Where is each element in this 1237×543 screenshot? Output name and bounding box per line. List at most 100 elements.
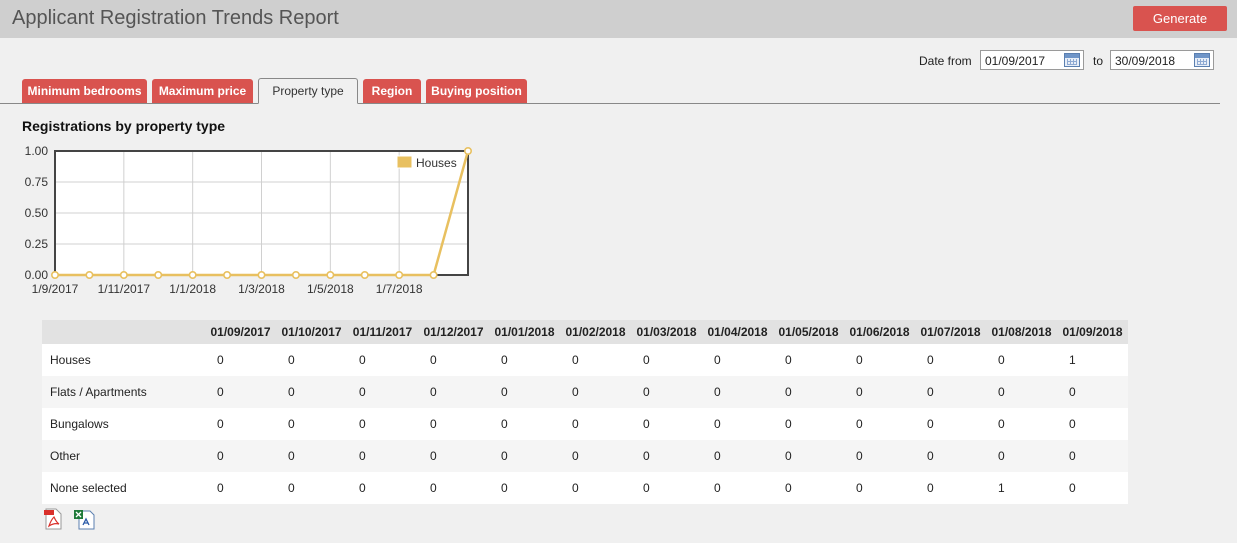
data-table: 01/09/2017 01/10/2017 01/11/2017 01/12/2017…: [42, 320, 1128, 504]
data-point: [429, 271, 438, 280]
column-header: 01/02/2018: [560, 320, 631, 344]
table-cell: 0: [560, 472, 631, 504]
tab-minimum-bedrooms[interactable]: Minimum bedrooms: [22, 79, 147, 103]
table-cell: 0: [347, 472, 418, 504]
y-tick-label: 1.00: [25, 144, 49, 158]
table-cell: 0: [489, 344, 560, 376]
data-point: [291, 271, 300, 280]
y-tick-label: 0.75: [25, 175, 49, 189]
table-cell: 0: [205, 376, 276, 408]
column-header: 01/04/2018: [702, 320, 773, 344]
y-tick-label: 0.50: [25, 206, 49, 220]
table-cell: 0: [560, 408, 631, 440]
x-tick-label: 1/7/2018: [376, 282, 423, 296]
date-from-field[interactable]: 01/09/2017: [980, 50, 1084, 70]
table-row: Houses 0 0 0 0 0 0 0 0 0 0 0 0 1: [42, 344, 1128, 376]
x-tick-label: 1/9/2017: [32, 282, 79, 296]
data-point: [257, 271, 266, 280]
tab-region[interactable]: Region: [363, 79, 421, 103]
data-point: [154, 271, 163, 280]
table-cell: 0: [844, 440, 915, 472]
data-point: [85, 271, 94, 280]
table-cell: 0: [773, 376, 844, 408]
column-header: 01/06/2018: [844, 320, 915, 344]
table-cell: 0: [986, 344, 1057, 376]
table-cell: 0: [773, 472, 844, 504]
table-cell: 0: [418, 344, 489, 376]
column-header: 01/08/2018: [986, 320, 1057, 344]
table-cell: 0: [489, 472, 560, 504]
calendar-icon[interactable]: [1064, 53, 1080, 67]
table-cell: 0: [205, 472, 276, 504]
table-cell: 0: [915, 376, 986, 408]
table-cell: 0: [347, 408, 418, 440]
table-cell: 0: [773, 344, 844, 376]
column-header: 01/07/2018: [915, 320, 986, 344]
table-cell: 0: [915, 344, 986, 376]
x-tick-label: 1/3/2018: [238, 282, 285, 296]
pdf-export-icon[interactable]: [42, 508, 64, 530]
data-point: [395, 271, 404, 280]
table-cell: 0: [347, 376, 418, 408]
x-tick-label: 1/1/2018: [169, 282, 216, 296]
data-point: [223, 271, 232, 280]
table-cell: 0: [205, 440, 276, 472]
table-cell: 0: [418, 440, 489, 472]
data-point: [326, 271, 335, 280]
table-cell: 1: [986, 472, 1057, 504]
table-cell: 0: [631, 376, 702, 408]
table-cell: 0: [489, 408, 560, 440]
table-cell: 0: [631, 440, 702, 472]
page-title: Applicant Registration Trends Report: [12, 7, 339, 29]
table-cell: 0: [702, 376, 773, 408]
table-cell: 0: [560, 440, 631, 472]
row-label: Flats / Apartments: [42, 376, 205, 408]
table-cell: 0: [702, 472, 773, 504]
data-point: [119, 271, 128, 280]
table-cell: 0: [1057, 472, 1128, 504]
x-tick-label: 1/11/2017: [98, 282, 151, 296]
table-cell: 0: [631, 472, 702, 504]
table-cell: 0: [1057, 440, 1128, 472]
tab-maximum-price[interactable]: Maximum price: [152, 79, 253, 103]
tab-property-type[interactable]: Property type: [258, 78, 358, 104]
calendar-icon[interactable]: [1194, 53, 1210, 67]
row-label: Bungalows: [42, 408, 205, 440]
row-label: Houses: [42, 344, 205, 376]
row-label-header: [42, 320, 205, 344]
table-cell: 0: [560, 344, 631, 376]
row-label: Other: [42, 440, 205, 472]
table-cell: 0: [347, 344, 418, 376]
title-bar: Applicant Registration Trends Report Gen…: [0, 0, 1237, 38]
table-cell: 0: [1057, 408, 1128, 440]
table-cell: 0: [986, 376, 1057, 408]
date-from-value: 01/09/2017: [985, 54, 1046, 68]
y-tick-label: 0.00: [25, 268, 49, 282]
generate-button[interactable]: Generate: [1133, 6, 1227, 31]
table-cell: 0: [631, 344, 702, 376]
table-cell: 0: [205, 344, 276, 376]
column-header: 01/03/2018: [631, 320, 702, 344]
table-cell: 0: [560, 376, 631, 408]
date-to-field[interactable]: 30/09/2018: [1110, 50, 1214, 70]
tab-buying-position[interactable]: Buying position: [426, 79, 527, 103]
date-from-label: Date from: [919, 54, 972, 68]
table-cell: 0: [1057, 376, 1128, 408]
table-cell: 0: [915, 408, 986, 440]
column-header: 01/05/2018: [773, 320, 844, 344]
column-header: 01/10/2017: [276, 320, 347, 344]
chart-title: Registrations by property type: [22, 118, 226, 134]
table-cell: 0: [276, 408, 347, 440]
data-point: [50, 271, 59, 280]
column-header: 01/11/2017: [347, 320, 418, 344]
table-cell: 0: [489, 440, 560, 472]
table-cell: 0: [915, 472, 986, 504]
table-cell: 0: [276, 344, 347, 376]
table-cell: 0: [773, 440, 844, 472]
table-cell: 0: [702, 408, 773, 440]
excel-export-icon[interactable]: [73, 508, 95, 530]
table-cell: 0: [347, 440, 418, 472]
legend-label: Houses: [416, 156, 457, 170]
table-cell: 0: [844, 376, 915, 408]
table-cell: 0: [702, 344, 773, 376]
